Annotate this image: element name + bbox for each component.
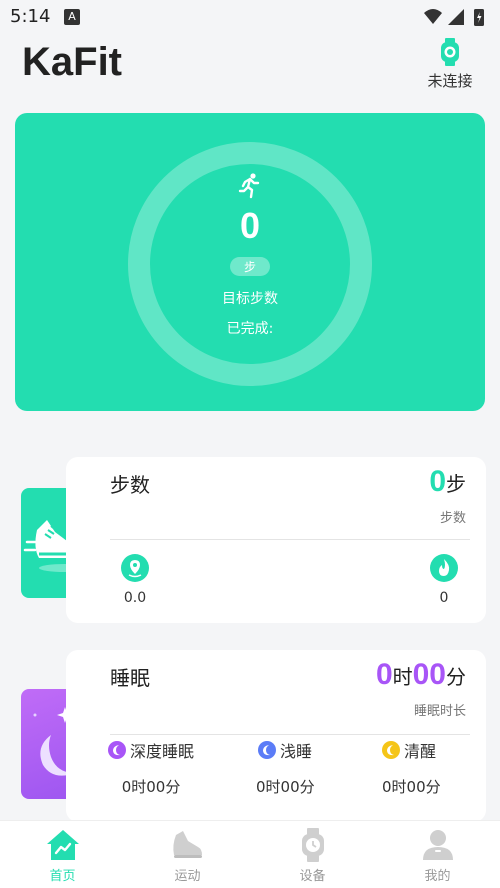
device-connection-button[interactable]: 未连接 (420, 38, 480, 90)
awake-label: 清醒 (404, 742, 437, 761)
deep-sleep-stat: 深度睡眠 0时00分 (108, 738, 194, 797)
nav-sport-label: 运动 (174, 869, 201, 884)
calories-value: 0 (439, 590, 449, 606)
app-title: KaFit (22, 40, 122, 84)
nav-device[interactable]: 设备 (250, 821, 375, 888)
awake-value: 0时00分 (382, 778, 441, 796)
moon-icon (258, 741, 276, 759)
status-bar: 5:14 A (0, 0, 500, 34)
shoe-icon (172, 831, 202, 858)
status-time: 5:14 (10, 6, 51, 27)
goal-steps-label: 目标步数 (222, 291, 278, 307)
notification-icon: A (64, 9, 80, 25)
nav-sport[interactable]: 运动 (125, 821, 250, 888)
steps-card-sub-label: 步数 (439, 511, 466, 526)
sleep-minutes: 00 (412, 658, 446, 691)
watch-icon (301, 828, 324, 862)
steps-card-value: 0步 (429, 465, 466, 499)
step-unit-badge: 步 (229, 257, 270, 276)
calories-metric: 0 (414, 554, 474, 606)
nav-home-label: 首页 (49, 869, 76, 884)
divider (110, 734, 470, 735)
steps-card[interactable]: 步数 0步 步数 0.0 0 (66, 457, 486, 623)
light-sleep-value: 0时00分 (256, 778, 315, 796)
nav-profile[interactable]: 我的 (375, 821, 500, 888)
wifi-icon (424, 9, 442, 24)
divider (110, 539, 470, 540)
sleep-hours: 0 (375, 658, 393, 691)
running-icon (238, 173, 260, 199)
moon-icon (108, 741, 126, 759)
sleep-minutes-unit: 分 (446, 665, 466, 689)
signal-icon (448, 9, 464, 25)
awake-stat: 清醒 0时00分 (382, 738, 441, 797)
steps-unit: 步 (446, 472, 466, 496)
sleep-card[interactable]: 睡眠 0时00分 睡眠时长 深度睡眠 0时00分 浅睡 0时00分 清醒 0时0 (66, 650, 486, 822)
deep-sleep-value: 0时00分 (121, 778, 181, 796)
nav-home[interactable]: 首页 (0, 821, 125, 888)
moon-icon (382, 741, 400, 759)
hero-step-count: 0 (239, 205, 261, 246)
device-status-label: 未连接 (427, 72, 473, 90)
nav-device-label: 设备 (299, 869, 326, 884)
nav-profile-label: 我的 (424, 869, 451, 884)
bottom-nav: 首页 运动 设备 我的 (0, 820, 500, 888)
light-sleep-stat: 浅睡 0时00分 (256, 738, 315, 797)
sleep-card-title: 睡眠 (110, 666, 150, 690)
distance-value: 0.0 (123, 590, 147, 606)
sleep-card-sub-label: 睡眠时长 (413, 704, 466, 719)
sleep-duration-value: 0时00分 (376, 658, 466, 692)
watch-icon (441, 38, 459, 66)
distance-metric: 0.0 (105, 554, 165, 606)
sleep-hours-unit: 时 (392, 665, 413, 689)
steps-count: 0 (429, 465, 446, 498)
user-icon (422, 830, 453, 860)
step-progress-card: 0 步 目标步数 已完成: (15, 113, 485, 411)
status-indicators-icon (424, 9, 484, 26)
flame-icon (439, 559, 450, 576)
light-sleep-label: 浅睡 (280, 742, 313, 761)
location-icon (128, 560, 142, 578)
deep-sleep-label: 深度睡眠 (130, 742, 195, 761)
home-icon (46, 830, 79, 860)
steps-card-title: 步数 (110, 473, 150, 497)
completed-label: 已完成: (226, 321, 274, 337)
